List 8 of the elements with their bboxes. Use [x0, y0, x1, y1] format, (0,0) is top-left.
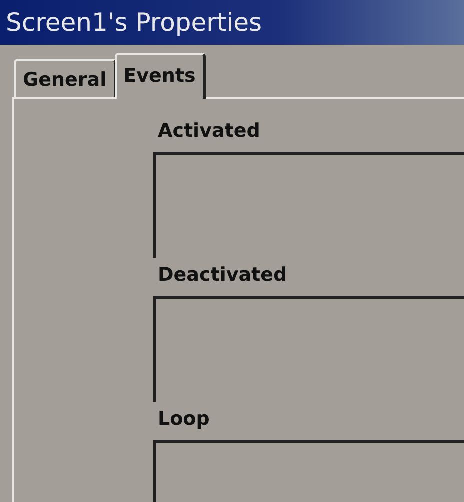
- field-label: Loop: [157, 408, 211, 432]
- tab[interactable]: General: [14, 59, 117, 97]
- text-area[interactable]: [153, 152, 464, 258]
- text-area[interactable]: [153, 296, 464, 402]
- tab[interactable]: Events: [114, 53, 206, 99]
- field-label: Activated: [157, 120, 262, 144]
- window-title: Screen1's Properties: [6, 8, 262, 37]
- field-label: Deactivated: [157, 264, 288, 288]
